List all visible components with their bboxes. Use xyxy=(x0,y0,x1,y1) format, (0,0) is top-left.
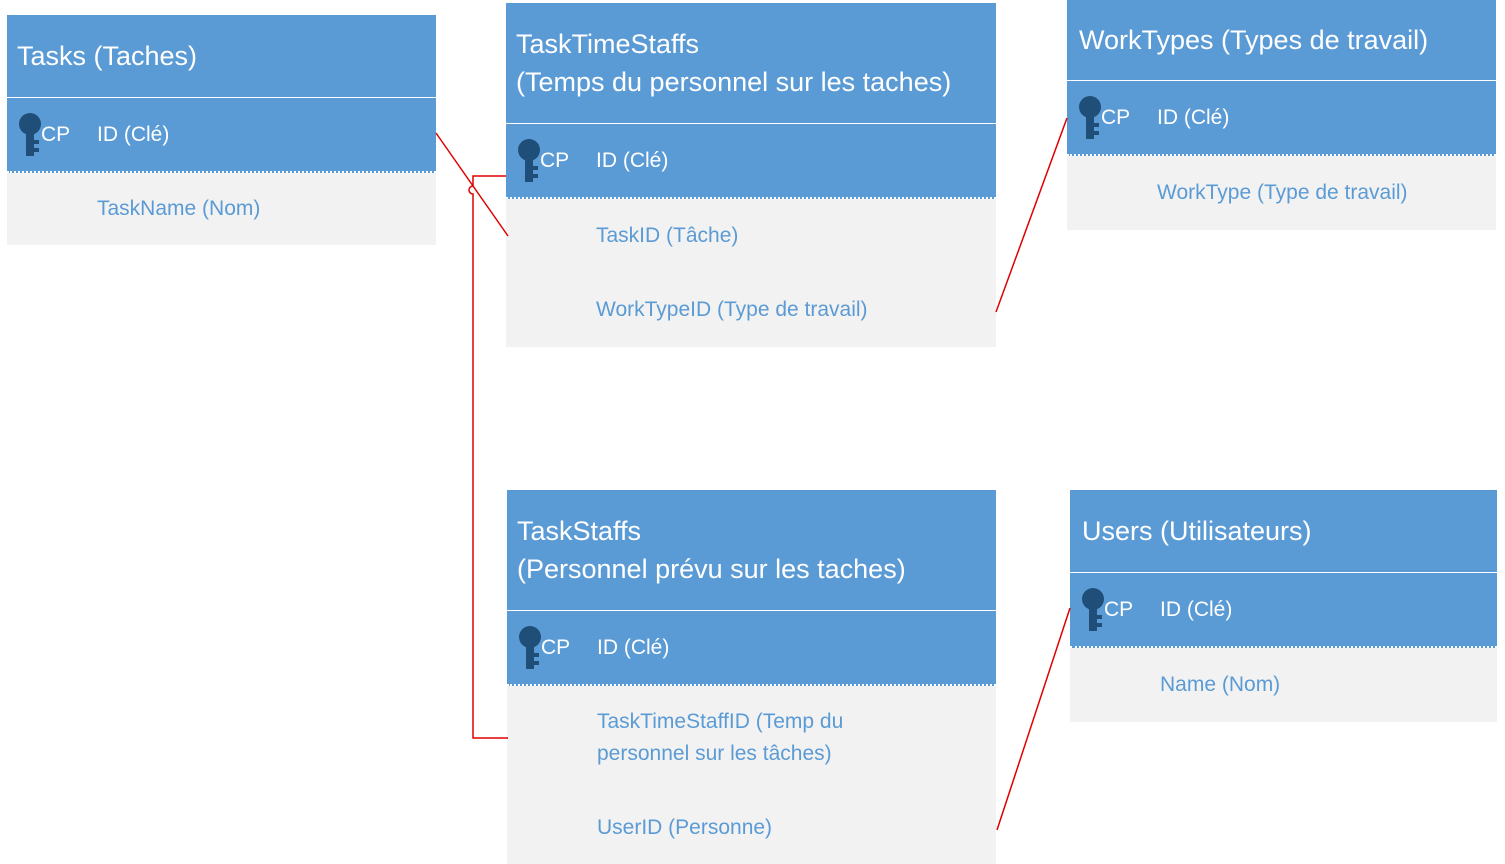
link-tasks-to-tasktimestaffs xyxy=(435,132,509,237)
link-worktypes-to-tasktimestaffs xyxy=(995,117,1068,313)
relationship-lines xyxy=(435,117,1071,831)
link-users-to-taskstaffs xyxy=(996,607,1071,831)
link-tasktimestaffs-to-taskstaffs xyxy=(468,175,508,739)
